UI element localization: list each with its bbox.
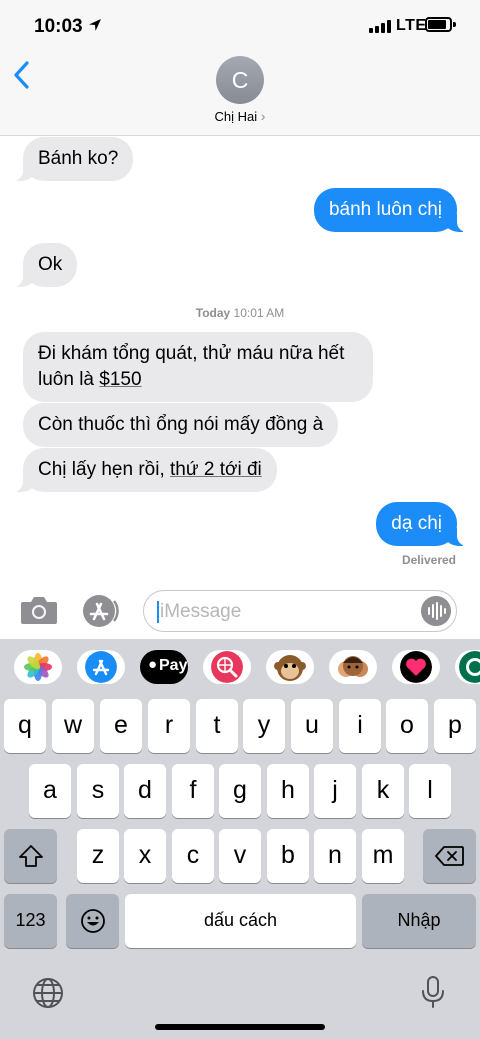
key-v[interactable]: v: [219, 829, 261, 883]
app-store-icon: [85, 651, 117, 683]
message-bubble-incoming[interactable]: Ok: [12, 243, 78, 287]
contact-avatar[interactable]: C: [216, 56, 264, 104]
timestamp-day: Today: [195, 306, 231, 320]
key-h[interactable]: h: [267, 764, 309, 818]
heart-touch-icon: [400, 651, 432, 683]
key-f[interactable]: f: [172, 764, 214, 818]
apple-pay-label: Pay: [159, 657, 188, 674]
key-s[interactable]: s: [77, 764, 119, 818]
status-time: 10:03: [34, 16, 83, 37]
message-bubble-outgoing[interactable]: dạ chị: [376, 502, 467, 546]
delete-key[interactable]: [423, 829, 476, 883]
key-r[interactable]: r: [148, 699, 190, 753]
app-animoji[interactable]: [266, 650, 314, 684]
camera-icon[interactable]: [20, 595, 58, 625]
key-x[interactable]: x: [124, 829, 166, 883]
app-appstore[interactable]: [77, 650, 125, 684]
app-apple-pay[interactable]: ● Pay: [140, 650, 188, 684]
apple-logo-icon: ●: [148, 656, 158, 673]
message-text: Ok: [38, 254, 63, 275]
memoji-faces-icon: [338, 656, 368, 677]
home-indicator[interactable]: [155, 1024, 325, 1030]
key-i[interactable]: i: [339, 699, 381, 753]
key-n[interactable]: n: [314, 829, 356, 883]
key-w[interactable]: w: [52, 699, 94, 753]
monkey-face-icon: [274, 655, 306, 681]
key-b[interactable]: b: [267, 829, 309, 883]
key-l[interactable]: l: [409, 764, 451, 818]
network-type: LTE: [396, 17, 427, 34]
numbers-key[interactable]: 123: [4, 894, 57, 948]
backspace-icon: [434, 846, 464, 866]
message-text: luôn là: [38, 369, 100, 390]
message-bubble-incoming[interactable]: Chị lấy hẹn rồi, thứ 2 tới đi: [13, 448, 277, 492]
emoji-smiley-icon: [80, 909, 105, 933]
location-arrow-icon: [89, 19, 101, 31]
key-e[interactable]: e: [100, 699, 142, 753]
message-text-line: Đi khám tổng quát, thử máu nữa hết: [38, 343, 345, 364]
delivered-status: Delivered: [401, 553, 456, 567]
key-q[interactable]: q: [4, 699, 46, 753]
battery-cap: [453, 22, 456, 27]
app-photos[interactable]: [14, 650, 62, 684]
key-j[interactable]: j: [314, 764, 356, 818]
message-text: bánh luôn chị: [328, 199, 442, 220]
key-t[interactable]: t: [196, 699, 238, 753]
price-link[interactable]: $150: [99, 369, 141, 390]
app-starbucks[interactable]: [455, 650, 480, 684]
emoji-key[interactable]: [66, 894, 119, 948]
message-text: Bánh ko?: [38, 148, 119, 169]
back-chevron-icon[interactable]: [12, 60, 32, 90]
space-key[interactable]: dấu cách: [125, 894, 356, 948]
key-y[interactable]: y: [243, 699, 285, 753]
key-z[interactable]: z: [77, 829, 119, 883]
globe-search-icon: [211, 651, 243, 683]
contact-name-button[interactable]: Chị Hai ›: [0, 108, 480, 124]
photos-icon: [24, 653, 52, 681]
app-drawer: ● Pay: [0, 639, 480, 695]
key-u[interactable]: u: [291, 699, 333, 753]
keyboard: ● Pay q w e r t y u i o p a s d f g h j …: [0, 639, 480, 1039]
battery-icon: [425, 17, 452, 32]
return-key[interactable]: Nhập: [362, 894, 476, 948]
microphone-icon[interactable]: [420, 975, 446, 1009]
key-d[interactable]: d: [124, 764, 166, 818]
key-m[interactable]: m: [362, 829, 404, 883]
key-a[interactable]: a: [29, 764, 71, 818]
globe-icon[interactable]: [32, 977, 64, 1009]
timestamp-time: 10:01 AM: [233, 306, 285, 320]
audio-message-icon[interactable]: [421, 596, 451, 626]
cellular-signal-icon: [369, 20, 391, 33]
message-text: dạ chị: [391, 513, 442, 534]
message-bubble-incoming[interactable]: Còn thuốc thì ổng nói mấy đồng à: [23, 403, 339, 447]
conversation-header: C Chị Hai ›: [0, 52, 480, 136]
imessage-input[interactable]: iMessage: [143, 590, 457, 632]
message-bubble-incoming[interactable]: Bánh ko?: [12, 137, 134, 181]
date-link[interactable]: thứ 2 tới đi: [170, 459, 262, 480]
status-bar: 10:03 LTE: [0, 0, 480, 52]
message-text: Còn thuốc thì ổng nói mấy đồng à: [38, 414, 324, 435]
key-k[interactable]: k: [362, 764, 404, 818]
shift-arrow-icon: [18, 845, 43, 867]
shift-key[interactable]: [4, 829, 57, 883]
app-images-search[interactable]: [203, 650, 251, 684]
message-bubble-incoming[interactable]: Đi khám tổng quát, thử máu nữa hết luôn …: [23, 332, 373, 402]
text-caret: [157, 601, 159, 623]
contact-name: Chị Hai: [214, 109, 258, 124]
chevron-right-icon: ›: [260, 108, 266, 124]
app-store-icon[interactable]: [80, 593, 122, 629]
message-timestamp: Today 10:01 AM: [0, 306, 480, 320]
starbucks-icon: [459, 651, 480, 683]
key-c[interactable]: c: [172, 829, 214, 883]
input-placeholder: iMessage: [160, 601, 242, 622]
key-o[interactable]: o: [386, 699, 428, 753]
app-digital-touch[interactable]: [392, 650, 440, 684]
app-memoji[interactable]: [329, 650, 377, 684]
key-p[interactable]: p: [434, 699, 476, 753]
message-text: Chị lấy hẹn rồi,: [38, 459, 171, 480]
message-bubble-outgoing[interactable]: bánh luôn chị: [313, 188, 468, 232]
key-g[interactable]: g: [219, 764, 261, 818]
